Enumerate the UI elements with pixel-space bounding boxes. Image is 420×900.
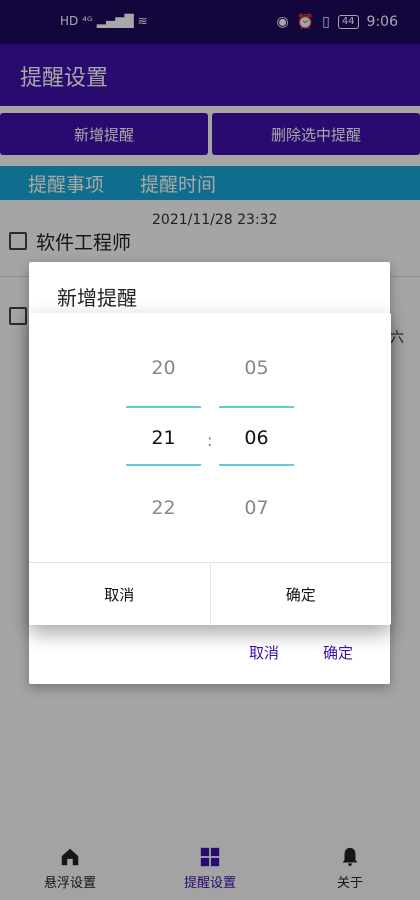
dialog-cancel-button[interactable]: 取消: [249, 642, 279, 663]
hour-divider-top: [126, 406, 201, 408]
time-picker-dialog: 20 21 22 : 05 06 07 取消 确定: [29, 313, 391, 625]
picker-confirm-button[interactable]: 确定: [211, 563, 392, 625]
picker-footer: 取消 确定: [29, 562, 391, 625]
hour-selected[interactable]: 21: [126, 427, 201, 449]
hour-next[interactable]: 22: [126, 497, 201, 519]
hour-divider-bottom: [126, 464, 201, 466]
dialog-confirm-button[interactable]: 确定: [323, 642, 353, 663]
hour-prev[interactable]: 20: [126, 357, 201, 379]
minute-next[interactable]: 07: [219, 497, 294, 519]
minute-divider-top: [219, 406, 294, 408]
dialog-title: 新增提醒: [57, 286, 137, 310]
time-separator: :: [207, 431, 213, 450]
picker-cancel-button[interactable]: 取消: [29, 563, 211, 625]
minute-divider-bottom: [219, 464, 294, 466]
minute-selected[interactable]: 06: [219, 427, 294, 449]
minute-prev[interactable]: 05: [219, 357, 294, 379]
